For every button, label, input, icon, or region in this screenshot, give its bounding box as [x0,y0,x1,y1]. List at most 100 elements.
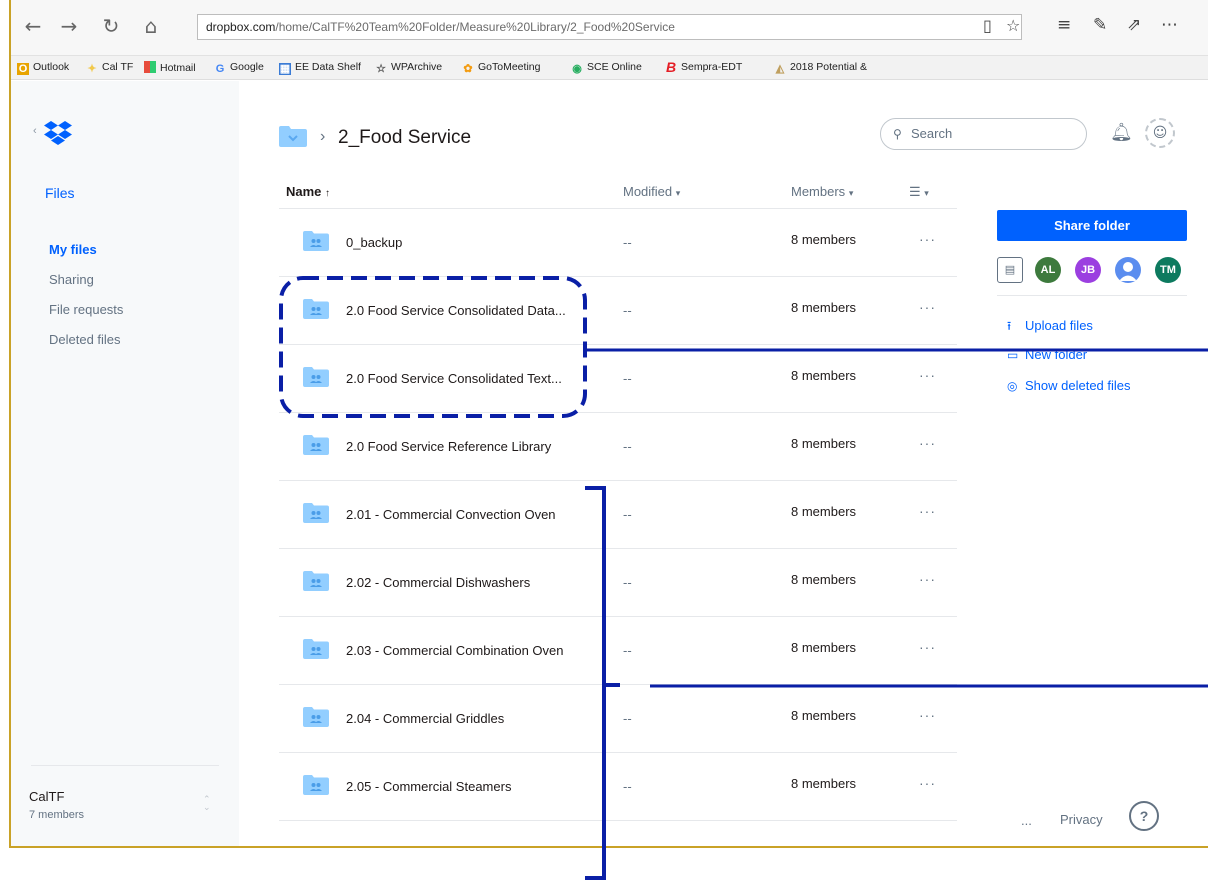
fav-sempra-edt[interactable]: B Sempra-EDT [665,60,742,74]
members-list-icon[interactable]: ▤ [997,257,1023,283]
table-row[interactable]: 2.02 - Commercial Dishwashers -- 8 members… [279,549,957,617]
table-row[interactable]: 2.03 - Commercial Combination Oven -- 8 me… [279,617,957,685]
table-row[interactable]: 2.0 Food Service Consolidated Data... -- 8… [279,277,957,345]
show-deleted-files-action[interactable]: ◎ Show deleted files [1007,378,1131,393]
caltf-icon: ✦ [87,63,97,75]
shared-folder-icon [303,707,329,727]
forward-icon[interactable]: → [57,14,81,38]
new-folder-action[interactable]: ▭ New folder [1007,347,1087,362]
row-more-icon[interactable]: ··· [919,571,936,587]
chevron-down-icon: ▾ [675,188,681,198]
row-more-icon[interactable]: ··· [919,435,936,451]
file-name[interactable]: 2.02 - Commercial Dishwashers [346,575,530,590]
view-toggle[interactable]: ☰ ▾ [909,184,929,200]
fav-caltf[interactable]: ✦ Cal TF [86,61,133,75]
file-name[interactable]: 2.04 - Commercial Griddles [346,711,504,726]
team-switch-icon[interactable]: ⌃ ⌄ [203,795,211,812]
address-bar[interactable]: dropbox.com/home/CalTF%20Team%20Folder/M… [197,14,1022,40]
avatar[interactable] [1115,257,1141,283]
fav-ee-data-shelf[interactable]: ▦ EE Data Shelf [279,61,361,75]
row-more-icon[interactable]: ··· [919,367,936,383]
table-row[interactable]: 2.05 - Commercial Steamers -- 8 members ··· [279,753,957,821]
fav-hotmail[interactable]: Hotmail [144,61,196,74]
row-more-icon[interactable]: ··· [919,707,936,723]
favorites-hub-icon[interactable]: ≡ [1057,15,1071,35]
file-name[interactable]: 2.01 - Commercial Convection Oven [346,507,556,522]
pen-icon[interactable]: ✎ [1093,15,1107,35]
sidebar-item-sharing[interactable]: Sharing [49,272,94,287]
file-members[interactable]: 8 members [791,572,856,587]
avatar[interactable]: ☺ [1145,118,1175,148]
browser-toolbar: ← → ↻ ⌂ dropbox.com/home/CalTF%20Team%20… [11,0,1208,56]
fav-outlook[interactable]: O Outlook [17,61,69,75]
column-name[interactable]: Name ↑ [286,184,330,199]
file-members[interactable]: 8 members [791,776,856,791]
upload-files-action[interactable]: ⭱ Upload files [1007,317,1093,338]
member-avatars: ▤ AL JB TM [997,257,1197,285]
file-name[interactable]: 2.0 Food Service Consolidated Data... [346,303,566,318]
shared-folder-icon [303,775,329,795]
table-row[interactable]: 0_backup -- 8 members ··· [279,209,957,277]
reading-view-icon[interactable]: ▯ [983,16,992,35]
url-path: /home/CalTF%20Team%20Folder/Measure%20Li… [275,20,675,34]
windows-icon [144,61,156,73]
team-name[interactable]: CalTF [29,789,64,804]
file-members[interactable]: 8 members [791,504,856,519]
row-more-icon[interactable]: ··· [919,503,936,519]
share-folder-button[interactable]: Share folder [997,210,1187,241]
share-icon[interactable]: ⇗ [1127,15,1141,35]
favorite-star-icon[interactable]: ☆ [1006,16,1020,35]
breadcrumb-folder-icon[interactable] [279,125,307,147]
gotomeeting-icon: ✿ [463,63,473,75]
file-members[interactable]: 8 members [791,300,856,315]
more-options-button[interactable]: ... [1021,813,1032,828]
file-name[interactable]: 0_backup [346,235,402,250]
column-modified[interactable]: Modified ▾ [623,184,680,199]
row-more-icon[interactable]: ··· [919,639,936,655]
bell-icon[interactable]: 🔔︎ [1110,122,1133,143]
back-icon[interactable]: ← [21,14,45,38]
list-view-icon: ☰ [909,184,921,199]
refresh-icon[interactable]: ↻ [99,14,123,38]
fav-gotomeeting[interactable]: ✿ GoToMeeting [462,61,540,75]
file-name[interactable]: 2.0 Food Service Reference Library [346,439,551,454]
file-members[interactable]: 8 members [791,640,856,655]
row-more-icon[interactable]: ··· [919,775,936,791]
table-row[interactable]: 2.0 Food Service Reference Library -- 8 me… [279,413,957,481]
file-modified: -- [623,779,632,794]
file-members[interactable]: 8 members [791,232,856,247]
main-content: › 2_Food Service ⚲ Search 🔔︎ ☺ Name ↑ Mod… [239,81,1208,846]
column-members[interactable]: Members ▾ [791,184,853,199]
favorites-bar: O Outlook ✦ Cal TF Hotmail G Google ▦ EE Dat… [11,56,1208,80]
sidebar-files-heading[interactable]: Files [45,185,75,201]
fav-wparchive[interactable]: ☆ WPArchive [375,61,442,75]
fav-google[interactable]: G Google [214,61,264,75]
file-name[interactable]: 2.03 - Commercial Combination Oven [346,643,563,658]
privacy-link[interactable]: Privacy [1060,812,1103,827]
avatar[interactable]: TM [1155,257,1181,283]
google-icon: G [215,63,225,75]
table-row[interactable]: 2.0 Food Service Consolidated Text... -- 8… [279,345,957,413]
help-button[interactable]: ? [1129,801,1159,831]
table-row[interactable]: 2.01 - Commercial Convection Oven -- 8 mem… [279,481,957,549]
fav-sce-online[interactable]: ◉ SCE Online [571,61,642,75]
file-name[interactable]: 2.0 Food Service Consolidated Text... [346,371,562,386]
table-row[interactable]: 2.04 - Commercial Griddles -- 8 members ··· [279,685,957,753]
row-more-icon[interactable]: ··· [919,231,936,247]
search-input[interactable]: ⚲ Search [880,118,1087,150]
avatar[interactable]: JB [1075,257,1101,283]
file-name[interactable]: 2.05 - Commercial Steamers [346,779,511,794]
sidebar-item-file-requests[interactable]: File requests [49,302,123,317]
file-members[interactable]: 8 members [791,708,856,723]
home-icon[interactable]: ⌂ [139,14,163,38]
file-members[interactable]: 8 members [791,436,856,451]
sidebar-item-my-files[interactable]: My files [49,242,97,257]
fav-2018-potential[interactable]: ◭ 2018 Potential & [774,61,867,75]
avatar[interactable]: AL [1035,257,1061,283]
row-more-icon[interactable]: ··· [919,299,936,315]
sidebar-item-deleted-files[interactable]: Deleted files [49,332,121,347]
file-modified: -- [623,235,632,250]
sidebar-divider [31,765,219,766]
more-icon[interactable]: ⋯ [1161,15,1178,35]
file-members[interactable]: 8 members [791,368,856,383]
